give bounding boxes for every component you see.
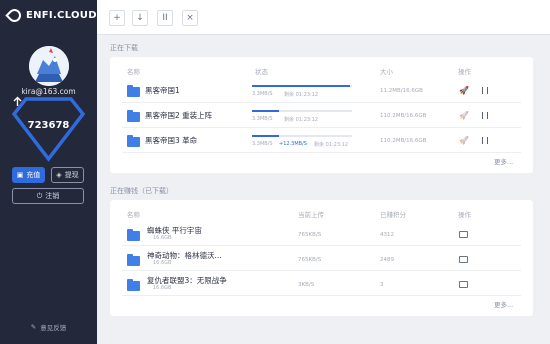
power-icon: ⏻ <box>36 191 43 200</box>
folder-icon[interactable] <box>459 256 468 263</box>
recharge-label: 充值 <box>26 171 41 179</box>
logout-button[interactable]: ⏻ 注销 <box>12 188 84 204</box>
upload-speed: 765KB/S <box>298 232 322 238</box>
rocket-icon[interactable]: 🚀 <box>459 86 469 95</box>
file-size: 16.6GB <box>153 285 172 291</box>
column-header-status: 状态 <box>255 68 268 76</box>
more-link[interactable]: 更多... <box>494 299 513 309</box>
earning-row[interactable]: 复仇者联盟3：无限战争 16.6GB 3KB/S 3 <box>122 272 521 296</box>
withdraw-icon: ◈ <box>56 171 62 179</box>
column-header-ops: 操作 <box>458 68 471 76</box>
add-task-button[interactable]: + <box>109 10 125 26</box>
user-email: kira@163.com <box>21 87 76 96</box>
download-icon: ↓ <box>136 13 144 23</box>
pause-icon[interactable] <box>482 112 488 119</box>
folder-icon[interactable] <box>459 231 468 238</box>
pause-all-button[interactable]: II <box>157 10 173 26</box>
folder-file-icon <box>127 85 140 97</box>
upload-speed: 765KB/S <box>298 257 322 263</box>
avatar[interactable] <box>29 46 69 86</box>
rocket-icon[interactable]: 🚀 <box>459 136 469 145</box>
time-remaining: 剩余 01:23:12 <box>284 117 319 123</box>
folder-file-icon <box>127 229 140 241</box>
file-name: 黑客帝国2 重装上阵 <box>145 111 213 120</box>
download-speed: 3.3MB/S <box>252 91 273 97</box>
earning-card: 名称 当前上传 已赚积分 操作 蜘蛛侠 平行宇宙 16.6GB 765KB/S … <box>110 200 533 316</box>
column-header-points: 已赚积分 <box>380 211 406 219</box>
download-row[interactable]: 黑客帝国3 革命 3.3MB/S +12.3MB/S 剩余 01:23:12 1… <box>122 129 521 153</box>
download-speed: 3.3MB/S <box>252 141 273 147</box>
time-remaining: 剩余 01:23:12 <box>284 92 319 98</box>
folder-file-icon <box>127 279 140 291</box>
downloading-section-title: 正在下载 <box>110 44 138 52</box>
folder-file-icon <box>127 254 140 266</box>
delete-task-button[interactable]: × <box>182 10 198 26</box>
progress-bar <box>252 135 352 137</box>
column-header-size: 大小 <box>380 68 393 76</box>
app-window: ENFI.CLOUD kira@163.com 723678 ▣ 充值 ◈ 提现… <box>0 0 550 344</box>
pause-icon[interactable] <box>482 87 488 94</box>
feedback-link[interactable]: ✎ 意见反馈 <box>0 322 97 332</box>
sidebar: ENFI.CLOUD kira@163.com 723678 ▣ 充值 ◈ 提现… <box>0 0 97 344</box>
file-name: 黑客帝国1 <box>145 86 180 95</box>
progress-bar <box>252 110 352 112</box>
points-earned: 2489 <box>380 257 394 263</box>
points-earned: 3 <box>380 282 384 288</box>
column-header-name: 名称 <box>127 68 140 76</box>
withdraw-button[interactable]: ◈ 提现 <box>51 167 84 183</box>
start-download-button[interactable]: ↓ <box>132 10 148 26</box>
toolbar: + ↓ II × <box>97 0 550 35</box>
column-header-upload: 当前上传 <box>298 211 324 219</box>
time-remaining: 剩余 01:23:12 <box>314 142 349 148</box>
downloading-card: 名称 状态 大小 操作 黑客帝国1 3.3MB/S 剩余 01:23:12 11… <box>110 57 533 173</box>
balance-value: 723678 <box>27 120 70 131</box>
column-header-ops: 操作 <box>458 211 471 219</box>
upload-speed: 3KB/S <box>298 282 315 288</box>
balance-badge: 723678 <box>12 96 85 162</box>
download-row[interactable]: 黑客帝国2 重装上阵 3.3MB/S 剩余 01:23:12 110.2MB/1… <box>122 104 521 128</box>
boost-speed: +12.3MB/S <box>279 141 307 147</box>
progress-bar <box>252 85 352 87</box>
progress-fill <box>252 110 279 112</box>
file-name: 黑客帝国3 革命 <box>145 136 198 145</box>
file-size: 16.6GB <box>153 235 172 241</box>
file-size: 16.6GB <box>153 260 172 266</box>
earning-section-title: 正在赚钱（已下载） <box>110 187 173 195</box>
file-size: 110.2MB/16.6GB <box>380 113 427 119</box>
folder-icon[interactable] <box>459 281 468 288</box>
folder-file-icon <box>127 135 140 147</box>
progress-fill <box>252 85 350 87</box>
download-speed: 3.3MB/S <box>252 116 273 122</box>
column-header-name: 名称 <box>127 211 140 219</box>
more-link[interactable]: 更多... <box>494 156 513 166</box>
close-icon: × <box>186 13 194 23</box>
points-earned: 4312 <box>380 232 394 238</box>
folder-file-icon <box>127 110 140 122</box>
feedback-label: 意见反馈 <box>40 324 67 332</box>
progress-fill <box>252 135 279 137</box>
logo: ENFI.CLOUD <box>5 6 97 25</box>
pause-icon: II <box>162 13 168 23</box>
avatar-image <box>29 46 69 86</box>
earning-row[interactable]: 神奇动物：格林德沃... 16.6GB 765KB/S 2489 <box>122 247 521 271</box>
recharge-button[interactable]: ▣ 充值 <box>12 167 45 183</box>
edit-icon: ✎ <box>30 323 37 331</box>
upload-arrow-icon <box>13 96 22 106</box>
logout-label: 注销 <box>45 192 60 200</box>
wallet-icon: ▣ <box>16 171 24 179</box>
logo-text: ENFI.CLOUD <box>26 10 97 21</box>
download-row[interactable]: 黑客帝国1 3.3MB/S 剩余 01:23:12 11.2MB/16.6GB … <box>122 79 521 103</box>
pause-icon[interactable] <box>482 137 488 144</box>
earning-row[interactable]: 蜘蛛侠 平行宇宙 16.6GB 765KB/S 4312 <box>122 222 521 246</box>
plus-icon: + <box>113 13 121 23</box>
rocket-icon[interactable]: 🚀 <box>459 111 469 120</box>
withdraw-label: 提现 <box>64 171 79 179</box>
file-size: 110.2MB/16.6GB <box>380 138 427 144</box>
logo-icon <box>5 6 24 25</box>
file-size: 11.2MB/16.6GB <box>380 88 423 94</box>
